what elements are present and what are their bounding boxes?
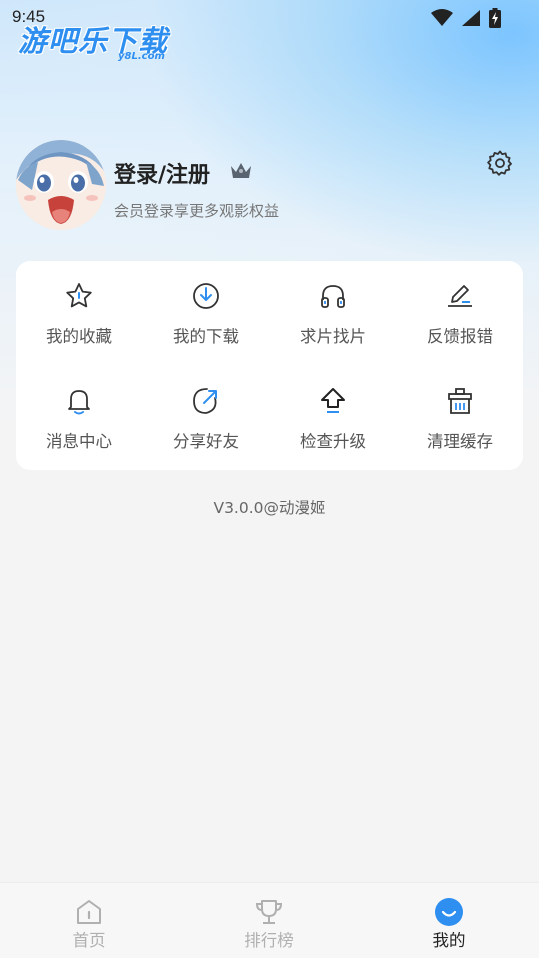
- home-icon: [77, 900, 101, 924]
- profile-face-icon: [435, 898, 463, 926]
- share-icon: [193, 388, 217, 414]
- menu-item-label: 反馈报错: [427, 327, 493, 346]
- brand-logo: 游吧乐下载 y8L.com: [18, 18, 186, 66]
- menu-card: 我的收藏 我的下载 求片找片 反馈报错 消息中心 分享好友 检查升级 清理缓存: [16, 261, 523, 470]
- member-benefits-text: 会员登录享更多观影权益: [114, 202, 280, 220]
- login-register-link[interactable]: 登录/注册: [114, 157, 210, 189]
- menu-item-label: 检查升级: [300, 432, 366, 451]
- tab-home[interactable]: 首页: [29, 883, 149, 958]
- star-icon: [66, 283, 92, 308]
- menu-item-request[interactable]: 求片找片: [270, 261, 396, 351]
- gear-icon: [487, 150, 512, 176]
- menu-item-check-update[interactable]: 检查升级: [270, 366, 396, 456]
- menu-item-favorites[interactable]: 我的收藏: [16, 261, 142, 351]
- upgrade-arrow-icon: [321, 388, 345, 413]
- tab-mine[interactable]: 我的: [389, 883, 509, 958]
- menu-item-label: 求片找片: [300, 327, 366, 346]
- headphones-icon: [321, 285, 345, 308]
- menu-item-label: 消息中心: [46, 432, 112, 451]
- menu-item-clear-cache[interactable]: 清理缓存: [397, 366, 523, 456]
- menu-item-messages[interactable]: 消息中心: [16, 366, 142, 456]
- avatar[interactable]: [16, 140, 106, 230]
- bell-icon: [68, 390, 90, 415]
- battery-charging-icon: [489, 8, 501, 28]
- trophy-icon: [255, 900, 283, 924]
- vip-crown-icon: [231, 163, 251, 178]
- tab-label: 首页: [72, 931, 106, 950]
- menu-item-downloads[interactable]: 我的下载: [143, 261, 269, 351]
- menu-item-label: 清理缓存: [427, 432, 493, 451]
- cellular-signal-icon: [462, 10, 480, 26]
- tab-label: 排行榜: [244, 931, 294, 950]
- menu-item-feedback[interactable]: 反馈报错: [397, 261, 523, 351]
- anime-avatar-image: [16, 140, 106, 230]
- menu-item-label: 我的下载: [173, 327, 239, 346]
- menu-item-share[interactable]: 分享好友: [143, 366, 269, 456]
- menu-item-label: 我的收藏: [46, 327, 112, 346]
- tab-rankings[interactable]: 排行榜: [209, 883, 329, 958]
- app-version: V3.0.0@动漫姬: [213, 499, 326, 517]
- bottom-tab-bar: 首页 排行榜 我的: [0, 882, 539, 958]
- trash-icon: [448, 388, 472, 414]
- edit-icon: [448, 285, 472, 307]
- wifi-icon: [431, 9, 453, 26]
- status-icons: [431, 8, 501, 28]
- tab-label: 我的: [432, 931, 466, 950]
- download-icon: [193, 283, 219, 309]
- brand-domain: y8L.com: [118, 51, 165, 62]
- settings-button[interactable]: [486, 149, 514, 177]
- menu-item-label: 分享好友: [173, 432, 239, 451]
